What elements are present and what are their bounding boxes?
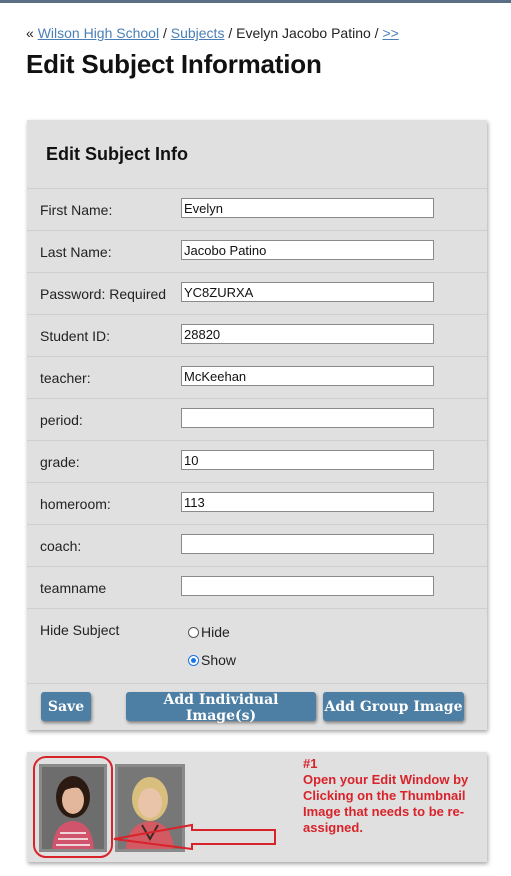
annotation-note: #1 Open your Edit Window by Clicking on …: [303, 756, 483, 836]
form-row-last-name: Last Name:: [27, 230, 487, 273]
breadcrumb-separator: /: [228, 25, 233, 41]
show-radio-button[interactable]: [188, 655, 199, 666]
thumbnail-image-2[interactable]: [115, 764, 185, 852]
top-border: [0, 0, 511, 3]
form-row-hide-subject: Hide Subject Hide Show: [27, 608, 487, 684]
breadcrumb-subjects-link[interactable]: Subjects: [171, 25, 225, 41]
student-id-input[interactable]: [181, 324, 434, 344]
form-row-student-id: Student ID:: [27, 314, 487, 357]
teamname-label: teamname: [40, 580, 107, 596]
form-row-teacher: teacher:: [27, 356, 487, 399]
hide-radio-option[interactable]: Hide: [188, 624, 230, 640]
teamname-input[interactable]: [181, 576, 434, 596]
add-individual-images-button[interactable]: Add Individual Image(s): [126, 692, 316, 724]
annotation-text: Open your Edit Window by Clicking on the…: [303, 772, 469, 835]
first-name-input[interactable]: [181, 198, 434, 218]
breadcrumb-school-link[interactable]: Wilson High School: [38, 25, 159, 41]
edit-subject-panel: Edit Subject Info First Name: Last Name:…: [27, 120, 487, 730]
thumbnails-panel: #1 Open your Edit Window by Clicking on …: [27, 752, 487, 862]
show-radio-option[interactable]: Show: [188, 652, 236, 668]
annotation-number: #1: [303, 756, 318, 771]
breadcrumb-current: Evelyn Jacobo Patino: [236, 25, 371, 41]
breadcrumb-separator: /: [374, 25, 379, 41]
portrait-photo-2: [118, 767, 182, 849]
breadcrumb-prefix: «: [26, 25, 34, 41]
teacher-label: teacher:: [40, 370, 91, 386]
form-row-password: Password: Required: [27, 272, 487, 315]
page-title: Edit Subject Information: [26, 49, 322, 79]
form-row-grade: grade:: [27, 440, 487, 483]
hide-radio-button[interactable]: [188, 627, 199, 638]
form-row-period: period:: [27, 398, 487, 441]
add-group-image-button[interactable]: Add Group Image: [323, 692, 464, 721]
form-row-homeroom: homeroom:: [27, 482, 487, 525]
breadcrumb-separator: /: [162, 25, 167, 41]
hide-subject-label: Hide Subject: [40, 622, 120, 638]
panel-heading: Edit Subject Info: [46, 144, 188, 164]
password-label: Password: Required: [40, 286, 167, 302]
portrait-photo-1: [42, 767, 104, 849]
last-name-label: Last Name:: [40, 244, 112, 260]
coach-label: coach:: [40, 538, 82, 554]
first-name-label: First Name:: [40, 202, 113, 218]
period-label: period:: [40, 412, 83, 428]
breadcrumb-next-link[interactable]: >>: [382, 25, 398, 41]
password-input[interactable]: [181, 282, 434, 302]
thumbnail-image-1[interactable]: [39, 764, 107, 852]
last-name-input[interactable]: [181, 240, 434, 260]
save-button[interactable]: Save: [41, 692, 91, 721]
form-row-first-name: First Name:: [27, 188, 487, 231]
coach-input[interactable]: [181, 534, 434, 554]
grade-input[interactable]: [181, 450, 434, 470]
student-id-label: Student ID:: [40, 328, 111, 344]
form-row-teamname: teamname: [27, 566, 487, 609]
homeroom-label: homeroom:: [40, 496, 111, 512]
grade-label: grade:: [40, 454, 80, 470]
teacher-input[interactable]: [181, 366, 434, 386]
homeroom-input[interactable]: [181, 492, 434, 512]
hide-radio-label: Hide: [201, 624, 230, 640]
breadcrumb: « Wilson High School / Subjects / Evelyn…: [26, 25, 399, 41]
show-radio-label: Show: [201, 652, 237, 668]
period-input[interactable]: [181, 408, 434, 428]
form-row-coach: coach:: [27, 524, 487, 567]
